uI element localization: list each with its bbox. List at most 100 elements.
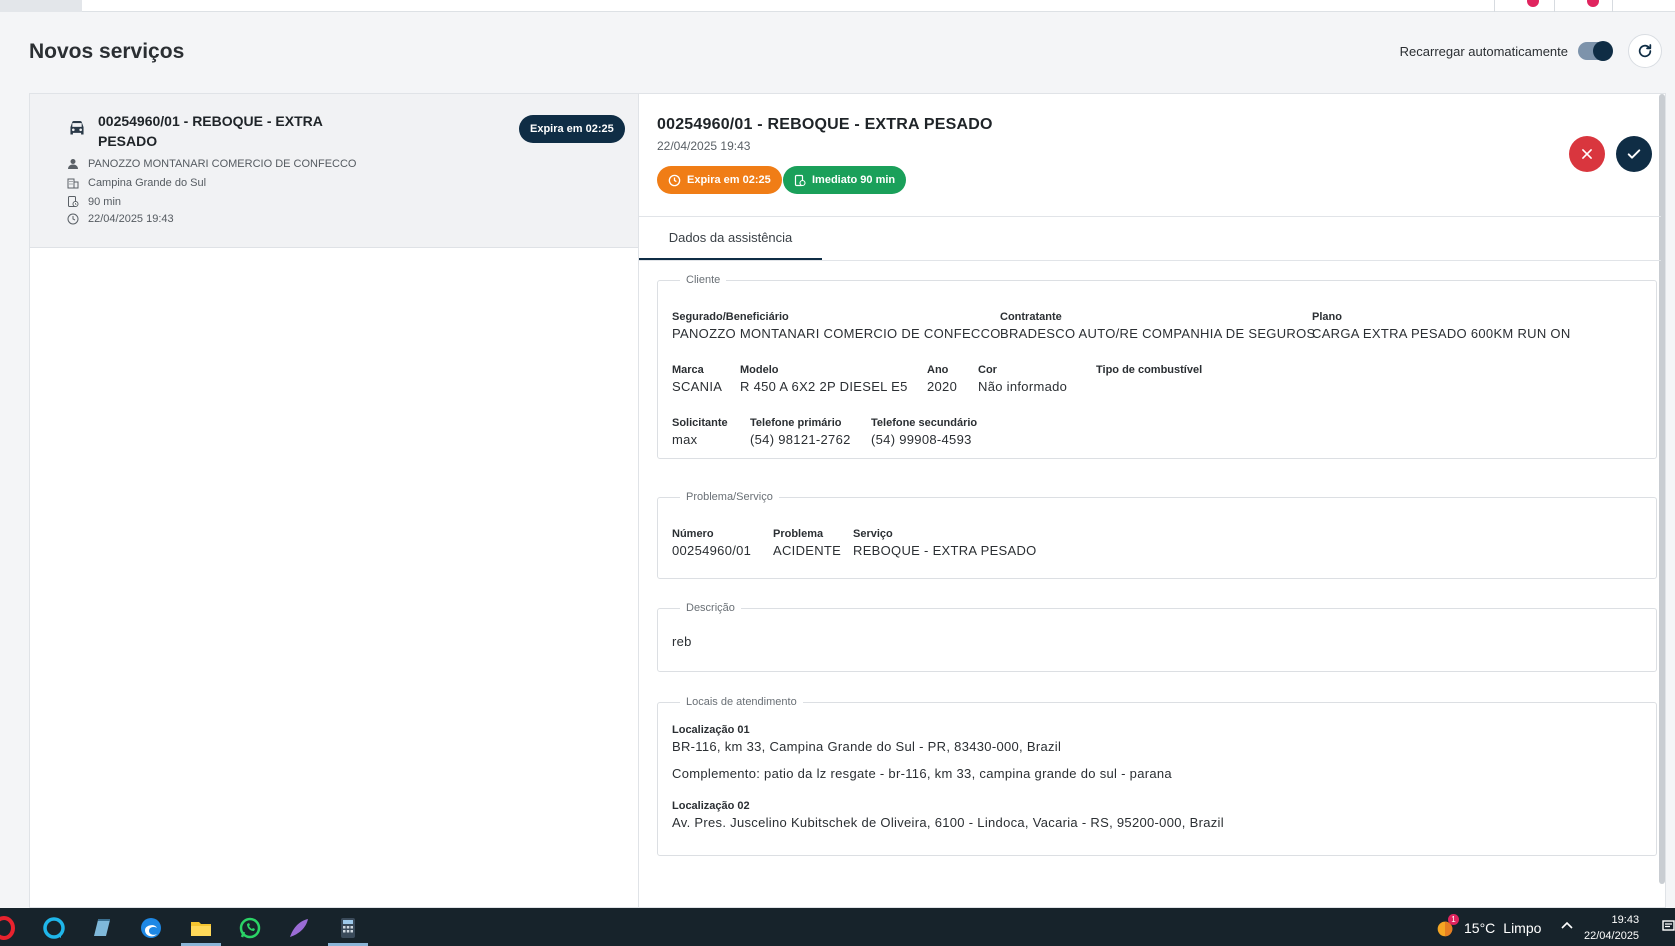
system-clock[interactable]: 19:43 22/04/2025 xyxy=(1584,912,1639,944)
plano-label: Plano xyxy=(1312,311,1342,323)
edge-icon[interactable] xyxy=(139,916,163,940)
locais-section: Locais de atendimento Localização 01 BR-… xyxy=(657,696,1657,856)
telefone-secundario-value: (54) 99908-4593 xyxy=(871,432,972,447)
top-separator xyxy=(1494,0,1495,12)
refresh-button[interactable] xyxy=(1628,34,1662,68)
page-title: Novos serviços xyxy=(29,40,185,63)
weather-widget[interactable]: 1 15°C Limpo xyxy=(1434,914,1541,939)
client-name: PANOZZO MONTANARI COMERCIO DE CONFECCO xyxy=(88,158,357,170)
problema-field: Problema ACIDENTE xyxy=(773,528,841,558)
plano-field: Plano CARGA EXTRA PESADO 600KM RUN ON xyxy=(1312,311,1571,341)
telefone-primario-label: Telefone primário xyxy=(750,417,842,429)
localizacao-01-label: Localização 01 xyxy=(672,724,750,736)
problema-label: Problema xyxy=(773,528,824,540)
city-name: Campina Grande do Sul xyxy=(88,177,207,189)
localizacao-02-value: Av. Pres. Juscelino Kubitschek de Olivei… xyxy=(672,815,1224,830)
tabs-divider xyxy=(639,260,1661,261)
service-item-title: 00254960/01 - REBOQUE - EXTRA PESADO xyxy=(98,113,323,149)
weather-temp: 15°C xyxy=(1464,920,1496,936)
service-detail: 00254960/01 - REBOQUE - EXTRA PESADO 22/… xyxy=(638,93,1666,908)
combustivel-label: Tipo de combustível xyxy=(1096,364,1203,376)
cliente-section: Cliente Segurado/Beneficiário PANOZZO MO… xyxy=(657,274,1657,459)
service-item-city: Campina Grande do Sul xyxy=(67,177,206,189)
modelo-value: R 450 A 6X2 2P DIESEL E5 xyxy=(740,379,908,394)
clock-time: 19:43 xyxy=(1611,914,1640,926)
marca-value: SCANIA xyxy=(672,379,723,394)
numero-field: Número 00254960/01 xyxy=(672,528,751,558)
auto-reload-toggle[interactable] xyxy=(1578,41,1613,61)
expire-badge: Expira em 02:25 xyxy=(519,115,625,143)
ano-value: 2020 xyxy=(927,379,958,394)
close-icon xyxy=(1582,149,1592,159)
localizacao-01-value: BR-116, km 33, Campina Grande do Sul - P… xyxy=(672,739,1062,754)
cliente-legend: Cliente xyxy=(686,274,721,286)
modelo-label: Modelo xyxy=(740,364,779,376)
top-separator xyxy=(1612,0,1613,12)
telefone-secundario-label: Telefone secundário xyxy=(871,417,978,429)
descricao-section: Descrição reb xyxy=(657,602,1657,672)
detail-datetime: 22/04/2025 19:43 xyxy=(657,139,751,153)
file-explorer-icon[interactable] xyxy=(189,916,213,940)
servico-value: REBOQUE - EXTRA PESADO xyxy=(853,543,1037,558)
refresh-icon xyxy=(1638,44,1652,58)
whatsapp-icon[interactable] xyxy=(238,916,262,940)
expire-chip-label: Expira em 02:25 xyxy=(687,174,771,186)
cor-field: Cor Não informado xyxy=(978,364,1067,394)
top-bar xyxy=(0,0,1675,12)
clock-date: 22/04/2025 xyxy=(1584,930,1640,942)
building-icon xyxy=(67,178,79,189)
expire-chip: Expira em 02:25 xyxy=(657,166,782,194)
problema-section: Problema/Serviço Número 00254960/01 Prob… xyxy=(657,491,1657,579)
service-list-item[interactable]: 00254960/01 - REBOQUE - EXTRA PESADO Exp… xyxy=(30,94,638,248)
ano-field: Ano 2020 xyxy=(927,364,957,394)
datetime-text: 22/04/2025 19:43 xyxy=(88,213,174,225)
immediate-chip: Imediato 90 min xyxy=(783,166,907,194)
solicitante-value: max xyxy=(672,432,698,447)
timer-clipboard-icon xyxy=(68,196,79,207)
marca-label: Marca xyxy=(672,364,704,376)
solicitante-label: Solicitante xyxy=(672,417,728,429)
clock-icon xyxy=(67,213,79,225)
localizacao-01-field: Localização 01 BR-116, km 33, Campina Gr… xyxy=(672,724,1061,754)
cor-label: Cor xyxy=(978,364,997,376)
top-tab-stub[interactable] xyxy=(0,0,82,12)
service-item-duration: 90 min xyxy=(67,195,121,208)
immediate-chip-label: Imediato 90 min xyxy=(812,174,896,186)
weather-badge: 1 xyxy=(1448,914,1459,925)
auto-reload-control: Recarregar automaticamente xyxy=(1400,34,1662,68)
segurado-field: Segurado/Beneficiário PANOZZO MONTANARI … xyxy=(672,311,1001,341)
clock-icon xyxy=(668,174,681,186)
notification-dot-icon[interactable] xyxy=(1587,0,1599,7)
detail-title: 00254960/01 - REBOQUE - EXTRA PESADO xyxy=(657,116,993,133)
contratante-field: Contratante BRADESCO AUTO/RE COMPANHIA D… xyxy=(1000,311,1315,341)
calculator-icon[interactable] xyxy=(336,916,360,940)
modelo-field: Modelo R 450 A 6X2 2P DIESEL E5 xyxy=(740,364,908,394)
notification-center-icon[interactable] xyxy=(1662,920,1675,934)
check-icon xyxy=(1627,149,1641,159)
telefone-secundario-field: Telefone secundário (54) 99908-4593 xyxy=(871,417,977,447)
localizacao-02-label: Localização 02 xyxy=(672,800,750,812)
numero-value: 00254960/01 xyxy=(672,543,752,558)
reject-button[interactable] xyxy=(1569,136,1605,172)
tray-chevron-up-icon[interactable] xyxy=(1560,920,1574,930)
numero-label: Número xyxy=(672,528,714,540)
cor-value: Não informado xyxy=(978,379,1068,394)
combustivel-field: Tipo de combustível xyxy=(1096,364,1202,379)
feather-icon[interactable] xyxy=(287,916,311,940)
locais-legend: Locais de atendimento xyxy=(686,696,797,708)
segurado-value: PANOZZO MONTANARI COMERCIO DE CONFECCO xyxy=(672,326,1001,341)
accept-button[interactable] xyxy=(1616,136,1652,172)
descricao-text: reb xyxy=(672,634,692,649)
problema-value: ACIDENTE xyxy=(773,543,842,558)
notification-dot-icon[interactable] xyxy=(1527,0,1539,7)
alexa-icon[interactable] xyxy=(42,916,66,940)
contratante-label: Contratante xyxy=(1000,311,1062,323)
top-separator xyxy=(1554,0,1555,12)
contratante-value: BRADESCO AUTO/RE COMPANHIA DE SEGUROS xyxy=(1000,326,1316,341)
notepad-icon[interactable] xyxy=(90,916,114,940)
opera-icon[interactable] xyxy=(0,916,16,940)
marca-field: Marca SCANIA xyxy=(672,364,722,394)
car-icon xyxy=(70,121,84,135)
tab-dados-assistencia[interactable]: Dados da assistência xyxy=(639,217,822,260)
detail-scrollbar[interactable] xyxy=(1659,94,1665,884)
